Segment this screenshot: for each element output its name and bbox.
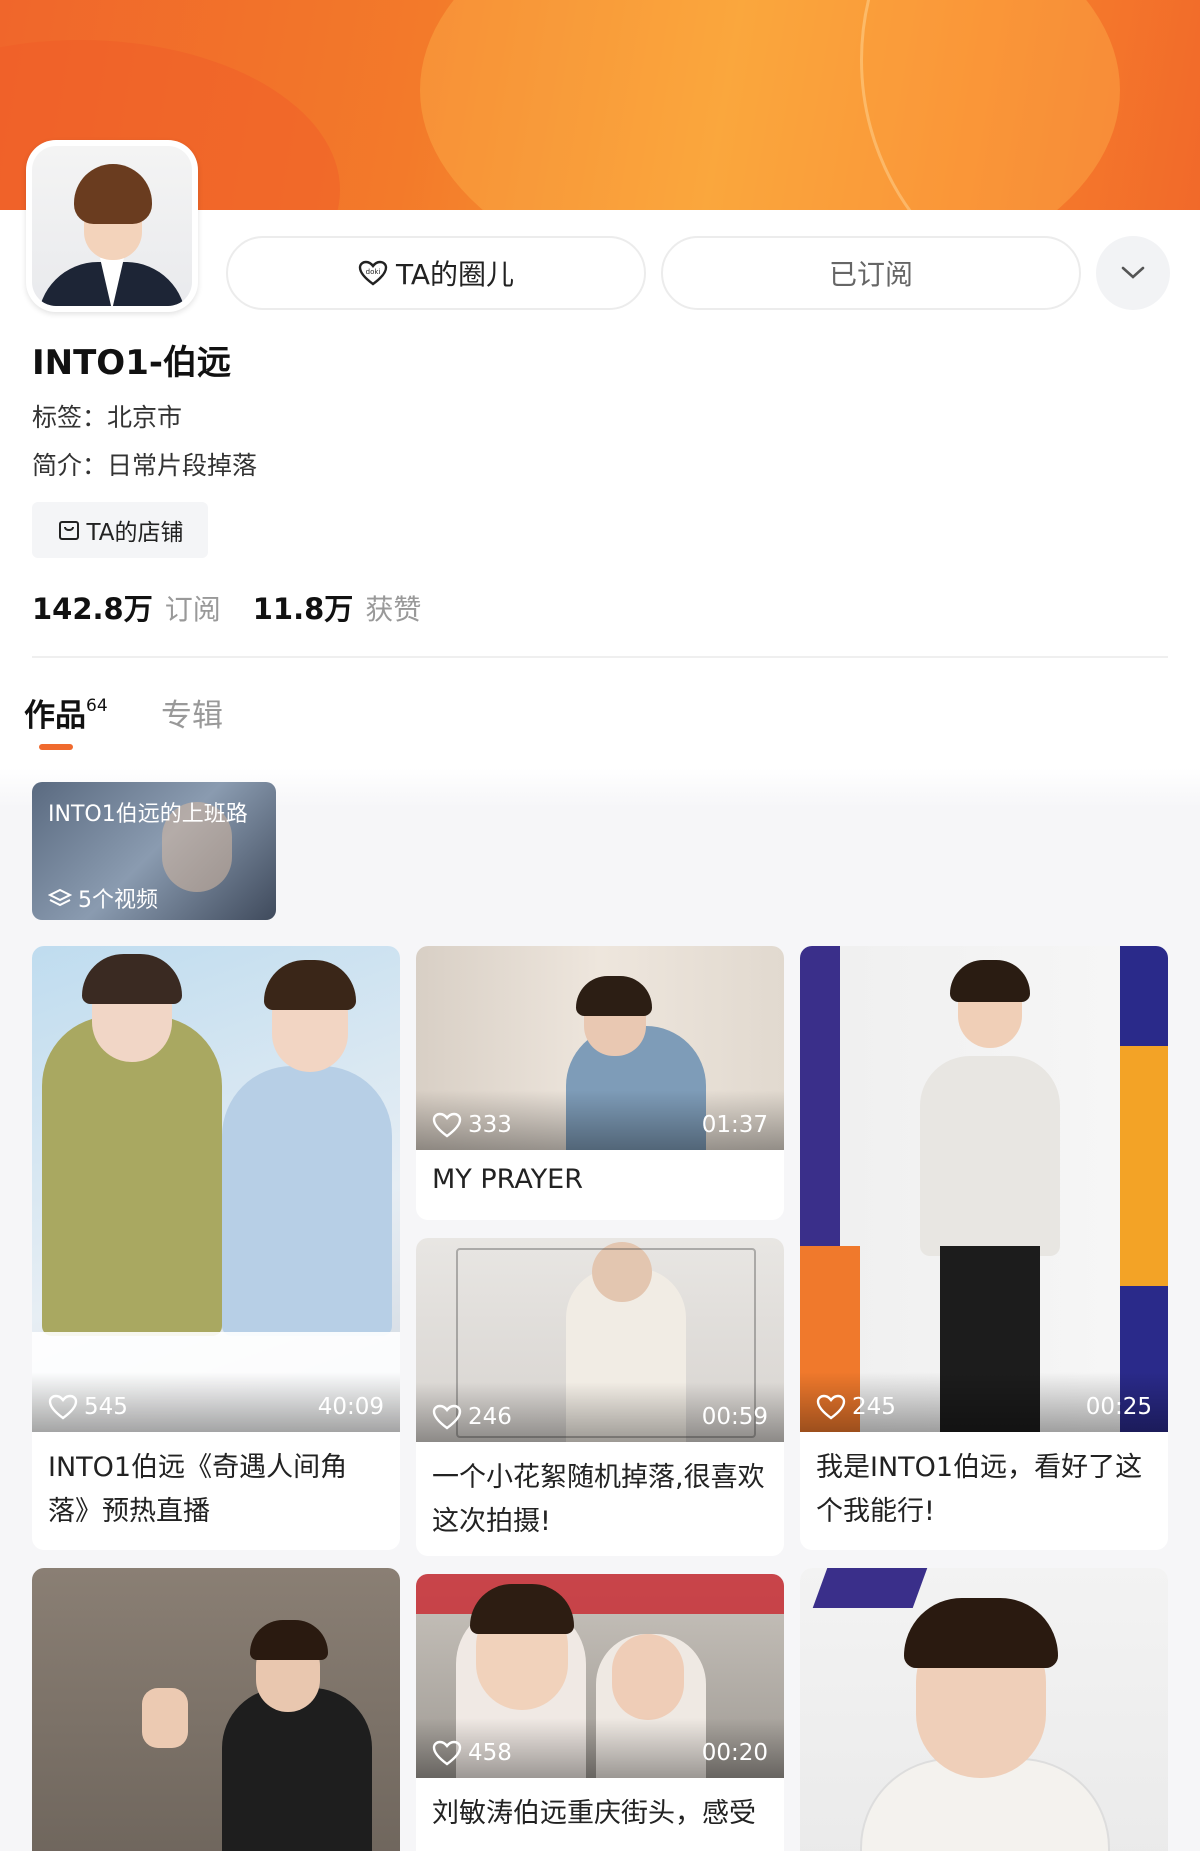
video-thumbnail: 458 00:20 <box>416 1574 784 1778</box>
shop-button[interactable]: TA的店铺 <box>32 502 208 558</box>
video-likes: 246 <box>432 1404 512 1430</box>
tab-indicator <box>39 744 73 750</box>
video-caption: 我是INTO1伯远，看好了这个我能行! <box>816 1452 1143 1527</box>
video-likes-count: 545 <box>84 1394 128 1420</box>
heart-doki-icon: doki <box>358 260 388 286</box>
tab-works-count: 64 <box>86 695 108 716</box>
video-caption: 一个小花絮随机掉落,很喜欢这次拍摄! <box>432 1462 765 1537</box>
video-likes: 333 <box>432 1112 512 1138</box>
video-card[interactable]: 545 40:09 INTO1伯远《奇遇人间角落》预热直播 <box>32 946 400 1550</box>
video-card[interactable]: 458 00:20 刘敏涛伯远重庆街头，感受 <box>416 1574 784 1851</box>
profile-tag: 标签：北京市 <box>32 403 183 432</box>
subscriber-count: 142.8万 <box>32 592 153 626</box>
video-duration: 00:25 <box>1085 1394 1152 1420</box>
video-caption: MY PRAYER <box>432 1164 584 1195</box>
video-card[interactable] <box>32 1568 400 1851</box>
video-thumbnail <box>32 1568 400 1851</box>
heart-icon <box>816 1394 846 1420</box>
video-likes-count: 245 <box>852 1394 896 1420</box>
video-thumbnail: 246 00:59 <box>416 1238 784 1442</box>
video-card[interactable]: 246 00:59 一个小花絮随机掉落,很喜欢这次拍摄! <box>416 1238 784 1556</box>
video-caption: 刘敏涛伯远重庆街头，感受 <box>432 1798 756 1829</box>
video-duration: 01:37 <box>701 1112 768 1138</box>
layers-icon <box>48 888 72 908</box>
divider <box>32 656 1168 658</box>
heart-icon <box>432 1112 462 1138</box>
collection-count: 5个视频 <box>48 882 158 914</box>
avatar[interactable] <box>26 140 198 312</box>
tab-works-label: 作品 <box>24 698 86 734</box>
video-thumbnail: 245 00:25 <box>800 946 1168 1432</box>
profile-stats: 142.8万 订阅 11.8万 获赞 <box>32 586 441 628</box>
video-duration: 40:09 <box>317 1394 384 1420</box>
video-caption: INTO1伯远《奇遇人间角落》预热直播 <box>48 1452 348 1527</box>
likes-count: 11.8万 <box>252 592 354 626</box>
profile-name: INTO1-伯远 <box>32 343 231 383</box>
profile-intro: 简介：日常片段掉落 <box>32 451 258 480</box>
subscribed-button-label: 已订阅 <box>828 258 913 291</box>
tab-works[interactable]: 作品64 <box>24 690 108 735</box>
heart-icon <box>432 1404 462 1430</box>
video-card[interactable]: 245 00:25 我是INTO1伯远，看好了这个我能行! <box>800 946 1168 1550</box>
video-likes-count: 246 <box>468 1404 512 1430</box>
subscribed-button[interactable]: 已订阅 <box>661 236 1081 310</box>
circle-button[interactable]: doki TA的圈儿 <box>226 236 646 310</box>
video-likes: 545 <box>48 1394 128 1420</box>
video-likes-count: 458 <box>468 1740 512 1766</box>
video-duration: 00:20 <box>701 1740 768 1766</box>
video-card[interactable] <box>800 1568 1168 1851</box>
video-thumbnail: 545 40:09 <box>32 946 400 1432</box>
collection-count-label: 5个视频 <box>78 888 158 913</box>
more-dropdown-button[interactable] <box>1096 236 1170 310</box>
svg-text:doki: doki <box>366 268 381 276</box>
video-likes: 245 <box>816 1394 896 1420</box>
tab-albums[interactable]: 专辑 <box>161 690 223 735</box>
collection-title: INTO1伯远的上班路 <box>48 802 248 827</box>
video-thumbnail: 333 01:37 <box>416 946 784 1150</box>
collection-card[interactable]: INTO1伯远的上班路 5个视频 <box>32 782 276 920</box>
shop-button-label: TA的店铺 <box>86 520 184 546</box>
circle-button-label: TA的圈儿 <box>395 258 515 291</box>
chevron-down-icon <box>1120 265 1146 281</box>
video-likes-count: 333 <box>468 1112 512 1138</box>
shopping-bag-icon <box>57 518 81 542</box>
video-likes: 458 <box>432 1740 512 1766</box>
video-thumbnail <box>800 1568 1168 1851</box>
likes-label: 获赞 <box>365 593 422 626</box>
heart-icon <box>432 1740 462 1766</box>
video-duration: 00:59 <box>701 1404 768 1430</box>
subscriber-label: 订阅 <box>164 593 221 626</box>
video-card[interactable]: 333 01:37 MY PRAYER <box>416 946 784 1220</box>
heart-icon <box>48 1394 78 1420</box>
